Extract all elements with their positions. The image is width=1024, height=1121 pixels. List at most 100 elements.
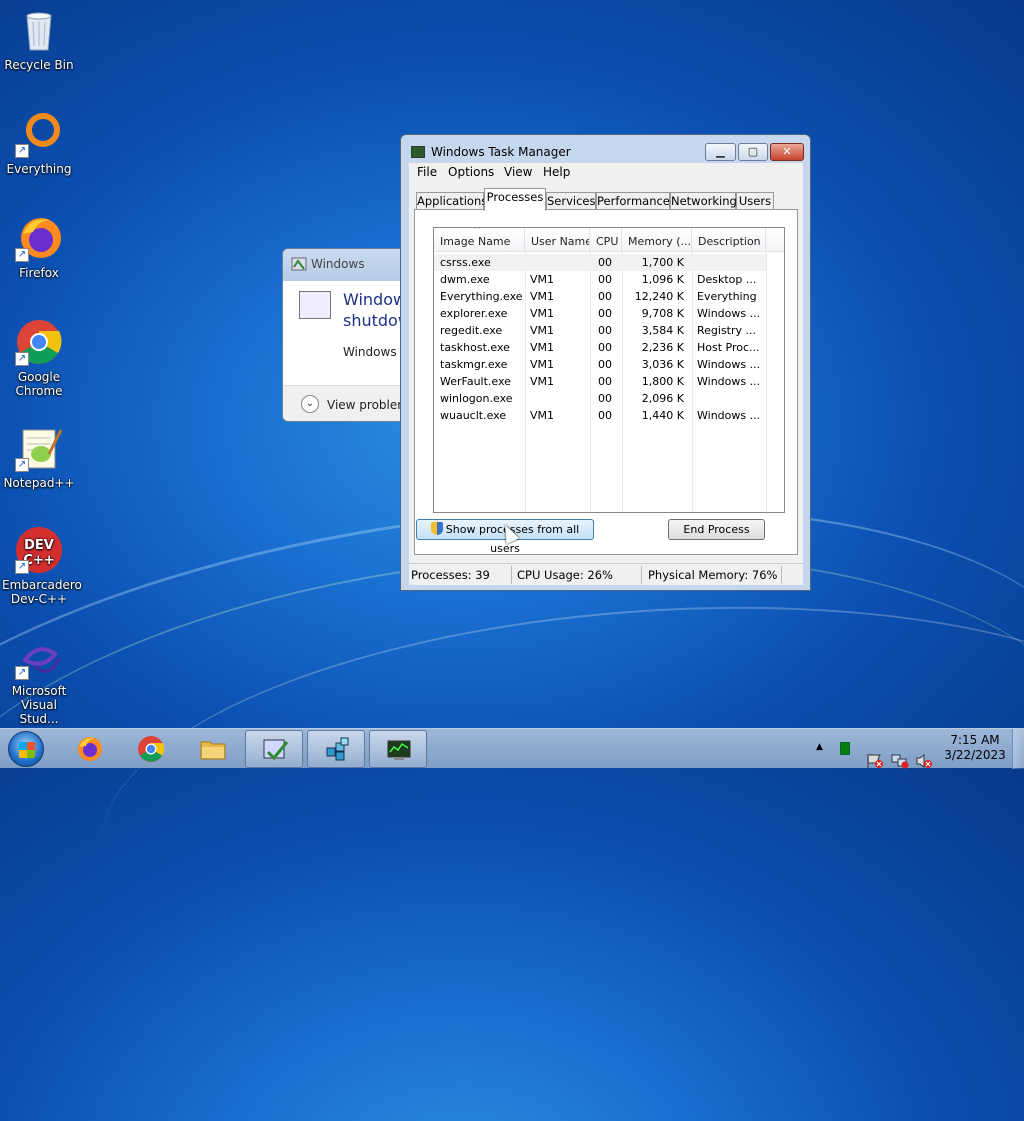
folder-icon [200, 741, 226, 760]
taskbar-file-explorer[interactable] [184, 730, 242, 768]
process-cell-image: winlogon.exe [440, 392, 513, 405]
process-cell-cpu: 00 [598, 256, 612, 269]
process-cell-cpu: 00 [598, 375, 612, 388]
process-cell-user: VM1 [530, 273, 555, 286]
status-cpu-usage: CPU Usage: 26% [517, 568, 613, 582]
volume-muted-icon[interactable] [915, 741, 933, 781]
status-separator [781, 566, 782, 584]
process-cell-user: VM1 [530, 307, 555, 320]
process-cell-cpu: 00 [598, 341, 612, 354]
chevron-down-icon[interactable]: ⌄ [301, 395, 319, 413]
process-row[interactable]: taskmgr.exe VM1 00 3,036 K Windows ... [434, 356, 766, 373]
menu-file[interactable]: File [417, 165, 437, 179]
desktop-icon-firefox[interactable]: ↗ Firefox [2, 214, 76, 280]
process-cell-cpu: 00 [598, 358, 612, 371]
process-row[interactable]: csrss.exe 00 1,700 K [434, 254, 766, 271]
menu-view[interactable]: View [504, 165, 532, 179]
svg-text:DEV: DEV [24, 538, 54, 553]
tab-performance[interactable]: Performance [596, 192, 670, 210]
process-cell-image: explorer.exe [440, 307, 508, 320]
process-cell-desc: Windows ... [697, 358, 761, 371]
chrome-icon [138, 736, 165, 762]
process-row[interactable]: explorer.exe VM1 00 9,708 K Windows ... [434, 305, 766, 322]
process-cell-user: VM1 [530, 375, 555, 388]
wallpaper-swoosh [87, 572, 1024, 1048]
process-cell-desc: Host Proc... [697, 341, 760, 354]
wallpaper-swoosh [0, 498, 1024, 1121]
column-header-user-name[interactable]: User Name [525, 228, 590, 252]
show-desktop-button[interactable] [1012, 729, 1024, 769]
process-row[interactable]: Everything.exe VM1 00 12,240 K Everything [434, 288, 766, 305]
menu-options[interactable]: Options [448, 165, 494, 179]
view-problem-details-link[interactable]: View problem [327, 398, 409, 412]
desktop-icon-label: Everything [6, 162, 72, 176]
task-manager-window[interactable]: Windows Task Manager ▁ ▢ ✕ File Options … [400, 134, 811, 591]
column-header-image-name[interactable]: ^ Image Name [434, 228, 525, 252]
process-row[interactable]: taskhost.exe VM1 00 2,236 K Host Proc... [434, 339, 766, 356]
tab-applications[interactable]: Applications [416, 192, 487, 210]
process-cell-mem: 1,800 K [641, 375, 684, 388]
tab-networking[interactable]: Networking [670, 192, 737, 210]
system-clock[interactable]: 7:15 AM 3/22/2023 [944, 733, 1006, 763]
process-row[interactable]: dwm.exe VM1 00 1,096 K Desktop ... [434, 271, 766, 288]
process-cell-desc: Windows ... [697, 307, 761, 320]
end-process-button[interactable]: End Process [668, 519, 765, 540]
desktop-icon-visual-studio[interactable]: ↗ Microsoft Visual Stud... [2, 640, 76, 726]
tab-processes[interactable]: Processes [484, 188, 546, 211]
taskbar-windows-error-reporting[interactable] [245, 730, 303, 768]
process-row[interactable]: regedit.exe VM1 00 3,584 K Registry ... [434, 322, 766, 339]
maximize-button[interactable]: ▢ [738, 143, 768, 161]
visual-studio-icon: ↗ [15, 640, 63, 680]
tab-users[interactable]: Users [736, 192, 774, 210]
dev-cpp-icon: DEV C++ ↗ [15, 526, 63, 574]
taskbar-registry-editor[interactable] [307, 730, 365, 768]
shortcut-arrow-icon: ↗ [15, 560, 29, 574]
process-cell-user: VM1 [530, 341, 555, 354]
desktop-icon-notepad-plus-plus[interactable]: ↗ Notepad++ [2, 424, 76, 490]
desktop-icon-dev-cpp[interactable]: DEV C++ ↗ Embarcadero Dev-C++ [2, 526, 82, 606]
desktop-icon-google-chrome[interactable]: ↗ Google Chrome [2, 318, 76, 398]
column-header-cpu[interactable]: CPU [590, 228, 622, 252]
shortcut-arrow-icon: ↗ [15, 458, 29, 472]
task-manager-icon [387, 740, 411, 760]
process-row[interactable]: WerFault.exe VM1 00 1,800 K Windows ... [434, 373, 766, 390]
process-cell-mem: 1,440 K [641, 409, 684, 422]
column-header-memory[interactable]: Memory (... [622, 228, 692, 252]
desktop-icon-recycle-bin[interactable]: Recycle Bin [2, 6, 76, 72]
menu-help[interactable]: Help [543, 165, 570, 179]
process-list[interactable]: ^ Image Name User Name CPU Memory (... D… [433, 227, 785, 513]
taskbar-task-manager[interactable] [369, 730, 427, 768]
window-document-icon [299, 291, 331, 319]
show-hidden-icons-arrow[interactable]: ▲ [816, 742, 823, 782]
performance-tray-icon[interactable] [840, 742, 850, 755]
action-center-flag-icon[interactable] [866, 741, 884, 781]
status-processes: Processes: 39 [411, 568, 490, 582]
process-cell-mem: 1,700 K [641, 256, 684, 269]
notepad-plus-plus-icon: ↗ [15, 424, 63, 472]
process-cell-mem: 2,236 K [641, 341, 684, 354]
menu-bar: File Options View Help [409, 163, 803, 183]
network-icon[interactable] [891, 741, 909, 781]
shortcut-arrow-icon: ↗ [15, 666, 29, 680]
taskbar-firefox[interactable] [60, 730, 118, 768]
close-button[interactable]: ✕ [770, 143, 804, 161]
process-cell-user: VM1 [530, 358, 555, 371]
dialog-title: Windows [311, 257, 365, 271]
tab-services[interactable]: Services [546, 192, 596, 210]
sort-arrow-icon: ^ [474, 228, 481, 234]
task-manager-client: Applications Processes Services Performa… [409, 183, 803, 563]
process-cell-cpu: 00 [598, 409, 612, 422]
dialog-message: Windows c [343, 345, 407, 359]
process-cell-user: VM1 [530, 290, 555, 303]
minimize-button[interactable]: ▁ [705, 143, 736, 161]
desktop-icon-label: Google Chrome [15, 370, 63, 398]
process-row[interactable]: winlogon.exe 00 2,096 K [434, 390, 766, 407]
taskbar-chrome[interactable] [122, 730, 180, 768]
column-header-filler [766, 228, 784, 252]
process-row[interactable]: wuauclt.exe VM1 00 1,440 K Windows ... [434, 407, 766, 424]
shortcut-arrow-icon: ↗ [15, 144, 29, 158]
taskbar: ▲ 7:15 AM 3/22/2023 [0, 728, 1024, 769]
desktop-icon-everything[interactable]: ↗ Everything [2, 110, 76, 176]
column-header-description[interactable]: Description [692, 228, 766, 252]
start-button[interactable] [8, 731, 44, 767]
